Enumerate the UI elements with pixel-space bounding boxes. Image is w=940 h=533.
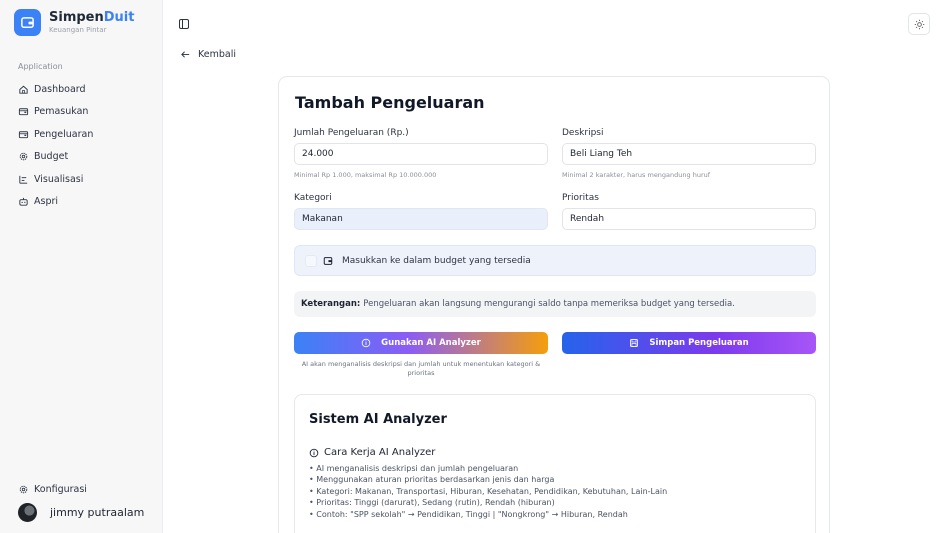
- expense-form-card: Tambah Pengeluaran Jumlah Pengeluaran (R…: [278, 76, 830, 533]
- ai-analyzer-button[interactable]: Gunakan AI Analyzer: [294, 332, 548, 354]
- howto-title: Cara Kerja AI Analyzer: [324, 447, 436, 458]
- avatar: [18, 503, 37, 522]
- sidebar-item-label: Dashboard: [34, 83, 86, 95]
- amount-hint: Minimal Rp 1.000, maksimal Rp 10.000.000: [294, 171, 437, 179]
- sidebar-item-label: Pengeluaran: [34, 128, 94, 140]
- info-icon: [309, 448, 319, 457]
- note-box: Keterangan: Pengeluaran akan langsung me…: [294, 291, 816, 317]
- gear-icon: [19, 485, 28, 494]
- home-icon: [19, 85, 28, 94]
- sidebar-nav: Dashboard Pemasukan Pengeluaran Budget V…: [18, 78, 93, 213]
- amount-input[interactable]: 24.000: [294, 143, 548, 165]
- brand-name: SimpenDuit: [49, 10, 135, 25]
- amount-label: Jumlah Pengeluaran (Rp.): [294, 128, 409, 138]
- ai-section-title: Sistem AI Analyzer: [309, 412, 447, 427]
- sidebar-item-konfigurasi[interactable]: Konfigurasi: [18, 478, 87, 501]
- sidebar-item-aspri[interactable]: Aspri: [18, 191, 93, 214]
- list-item: Kategori: Makanan, Transportasi, Hiburan…: [309, 486, 667, 497]
- sidebar-item-dashboard[interactable]: Dashboard: [18, 78, 93, 101]
- save-expense-button[interactable]: Simpan Pengeluaran: [562, 332, 816, 354]
- sidebar-item-label: Visualisasi: [34, 173, 84, 185]
- sidebar-item-label: Konfigurasi: [34, 483, 87, 495]
- wallet-icon: [18, 131, 29, 138]
- sidebar-item-label: Aspri: [34, 196, 59, 208]
- user-profile[interactable]: jimmy putraalam: [18, 503, 144, 522]
- ai-analyzer-button-label: Gunakan AI Analyzer: [381, 338, 481, 348]
- save-expense-button-label: Simpan Pengeluaran: [649, 338, 749, 348]
- sidebar-toggle-icon[interactable]: [178, 18, 190, 30]
- category-label: Kategori: [294, 193, 332, 203]
- back-label: Kembali: [198, 49, 236, 60]
- note-text: Pengeluaran akan langsung mengurangi sal…: [363, 299, 735, 309]
- back-link[interactable]: Kembali: [180, 49, 236, 60]
- sidebar-item-label: Budget: [34, 151, 69, 163]
- budget-checkbox-label: Masukkan ke dalam budget yang tersedia: [342, 255, 531, 266]
- sidebar-item-visualisasi[interactable]: Visualisasi: [18, 168, 93, 191]
- category-select[interactable]: Makanan: [294, 208, 548, 230]
- list-item: AI menganalisis deskripsi dan jumlah pen…: [309, 463, 667, 474]
- save-icon: [630, 339, 639, 347]
- description-label: Deskripsi: [562, 128, 604, 138]
- brand-tagline: Keuangan Pintar: [49, 26, 107, 34]
- ai-analyzer-section: Sistem AI Analyzer Cara Kerja AI Analyze…: [294, 394, 816, 533]
- sidebar-item-pemasukan[interactable]: Pemasukan: [18, 101, 93, 124]
- wallet-icon: [323, 256, 333, 265]
- page-title: Tambah Pengeluaran: [295, 93, 485, 112]
- bot-icon: [19, 198, 28, 206]
- list-item: Prioritas: Tinggi (darurat), Sedang (rut…: [309, 497, 667, 508]
- sun-icon: [914, 19, 924, 29]
- budget-checkbox[interactable]: [305, 254, 317, 267]
- sidebar: SimpenDuit Keuangan Pintar Application D…: [0, 0, 163, 533]
- chart-icon: [19, 175, 28, 184]
- list-item: Menggunakan aturan prioritas berdasarkan…: [309, 474, 667, 485]
- theme-toggle-button[interactable]: [908, 13, 930, 35]
- priority-label: Prioritas: [562, 193, 599, 203]
- sidebar-item-pengeluaran[interactable]: Pengeluaran: [18, 123, 93, 146]
- priority-select[interactable]: Rendah: [562, 208, 816, 230]
- info-icon: [361, 338, 371, 348]
- list-item: Contoh: "SPP sekolah" → Pendidikan, Ting…: [309, 509, 667, 520]
- sidebar-item-budget[interactable]: Budget: [18, 146, 93, 169]
- description-input[interactable]: Beli Liang Teh: [562, 143, 816, 165]
- wallet-logo-icon: [14, 9, 41, 36]
- wallet-icon: [18, 108, 29, 116]
- arrow-left-icon: [181, 51, 190, 58]
- ai-hint: AI akan menganalisis deskripsi dan jumla…: [301, 360, 541, 377]
- budget-option[interactable]: Masukkan ke dalam budget yang tersedia: [294, 245, 816, 276]
- user-name: jimmy putraalam: [50, 506, 145, 519]
- howto-list: AI menganalisis deskripsi dan jumlah pen…: [309, 463, 667, 520]
- sidebar-item-label: Pemasukan: [34, 106, 89, 118]
- section-label: Application: [18, 62, 63, 71]
- note-title: Keterangan:: [301, 299, 361, 309]
- sidebar-bottom: Konfigurasi: [18, 478, 87, 501]
- gear-icon: [19, 152, 28, 161]
- howto-heading: Cara Kerja AI Analyzer: [309, 447, 435, 458]
- description-hint: Minimal 2 karakter, harus mengandung hur…: [562, 171, 711, 179]
- brand[interactable]: SimpenDuit Keuangan Pintar: [14, 9, 134, 36]
